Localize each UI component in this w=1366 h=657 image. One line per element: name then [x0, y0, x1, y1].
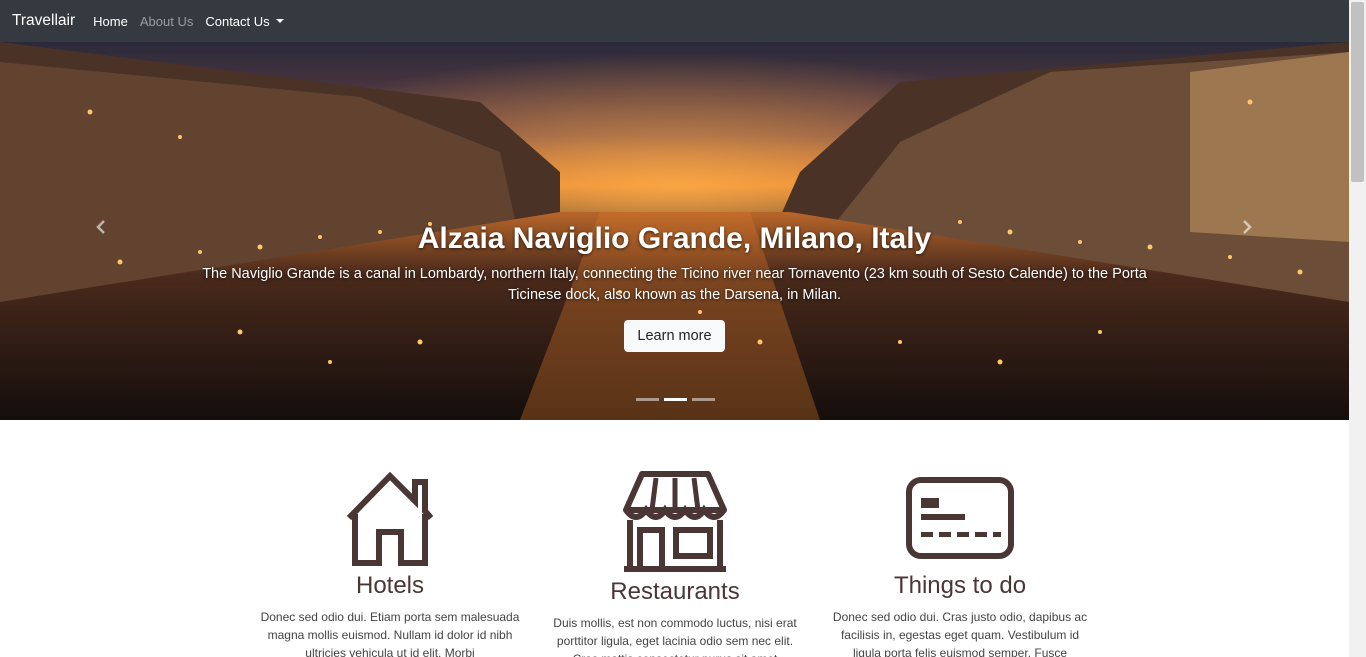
carousel-next-button[interactable] — [1232, 212, 1262, 242]
ticket-icon — [906, 477, 1014, 559]
feature-things-to-do: Things to do Donec sed odio dui. Cras ju… — [830, 470, 1090, 657]
brand-link[interactable]: Travellair — [12, 12, 75, 30]
nav-contact-us-label: Contact Us — [205, 13, 270, 29]
scrollbar-thumb[interactable] — [1351, 2, 1364, 182]
nav-about-us[interactable]: About Us — [140, 14, 193, 29]
chevron-left-icon — [96, 220, 105, 234]
chevron-right-icon — [1243, 220, 1252, 234]
house-icon — [346, 471, 434, 566]
carousel-prev-button[interactable] — [86, 212, 116, 242]
caret-down-icon — [275, 19, 284, 23]
carousel-indicator[interactable] — [664, 398, 687, 401]
nav-contact-us-dropdown[interactable]: Contact Us — [205, 13, 284, 29]
carousel-caption: Alzaia Naviglio Grande, Milano, Italy Th… — [200, 220, 1149, 352]
feature-restaurants: Restaurants Duis mollis, est non commodo… — [545, 470, 805, 657]
feature-text: Donec sed odio dui. Etiam porta sem male… — [260, 610, 520, 657]
feature-hotels: Hotels Donec sed odio dui. Etiam porta s… — [260, 470, 520, 657]
carousel-indicators — [636, 398, 715, 401]
feature-text: Duis mollis, est non commodo luctus, nis… — [553, 616, 797, 657]
carousel-description: The Naviglio Grande is a canal in Lombar… — [202, 266, 1147, 303]
nav-home[interactable]: Home — [93, 14, 128, 29]
hero-carousel: Alzaia Naviglio Grande, Milano, Italy Th… — [0, 42, 1349, 420]
feature-text: Donec sed odio dui. Cras justo odio, dap… — [832, 610, 1088, 657]
carousel-indicator[interactable] — [692, 398, 715, 401]
carousel-title: Alzaia Naviglio Grande, Milano, Italy — [417, 222, 932, 255]
feature-title: Things to do — [893, 572, 1027, 599]
carousel-indicator[interactable] — [636, 398, 659, 401]
storefront-icon — [623, 471, 727, 572]
feature-title: Restaurants — [610, 578, 740, 605]
feature-title: Hotels — [355, 572, 425, 599]
navbar: Travellair Home About Us Contact Us — [0, 0, 1349, 42]
learn-more-button[interactable]: Learn more — [624, 320, 725, 352]
